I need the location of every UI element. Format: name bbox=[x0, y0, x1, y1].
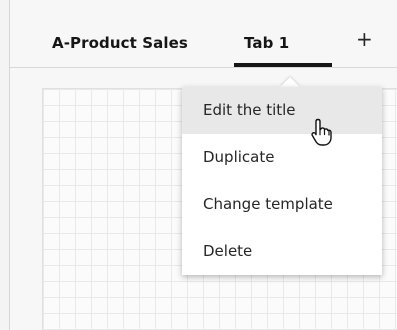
add-tab-button[interactable]: + bbox=[356, 29, 373, 49]
tab-bar: A-Product Sales Tab 1 + bbox=[10, 0, 397, 68]
menu-item-duplicate[interactable]: Duplicate bbox=[182, 134, 382, 181]
menu-caret bbox=[280, 77, 300, 87]
tab-context-menu: Edit the title Duplicate Change template… bbox=[182, 87, 382, 275]
menu-item-edit-title[interactable]: Edit the title bbox=[182, 87, 382, 134]
tab-tab-1[interactable]: Tab 1 bbox=[244, 34, 289, 52]
dashboard-frame: A-Product Sales Tab 1 + Edit the title D… bbox=[9, 0, 397, 330]
tab-a-product-sales[interactable]: A-Product Sales bbox=[52, 34, 188, 52]
menu-item-delete[interactable]: Delete bbox=[182, 228, 382, 275]
hand-pointer-icon bbox=[311, 118, 332, 146]
active-tab-indicator bbox=[234, 63, 332, 67]
menu-item-change-template[interactable]: Change template bbox=[182, 181, 382, 228]
